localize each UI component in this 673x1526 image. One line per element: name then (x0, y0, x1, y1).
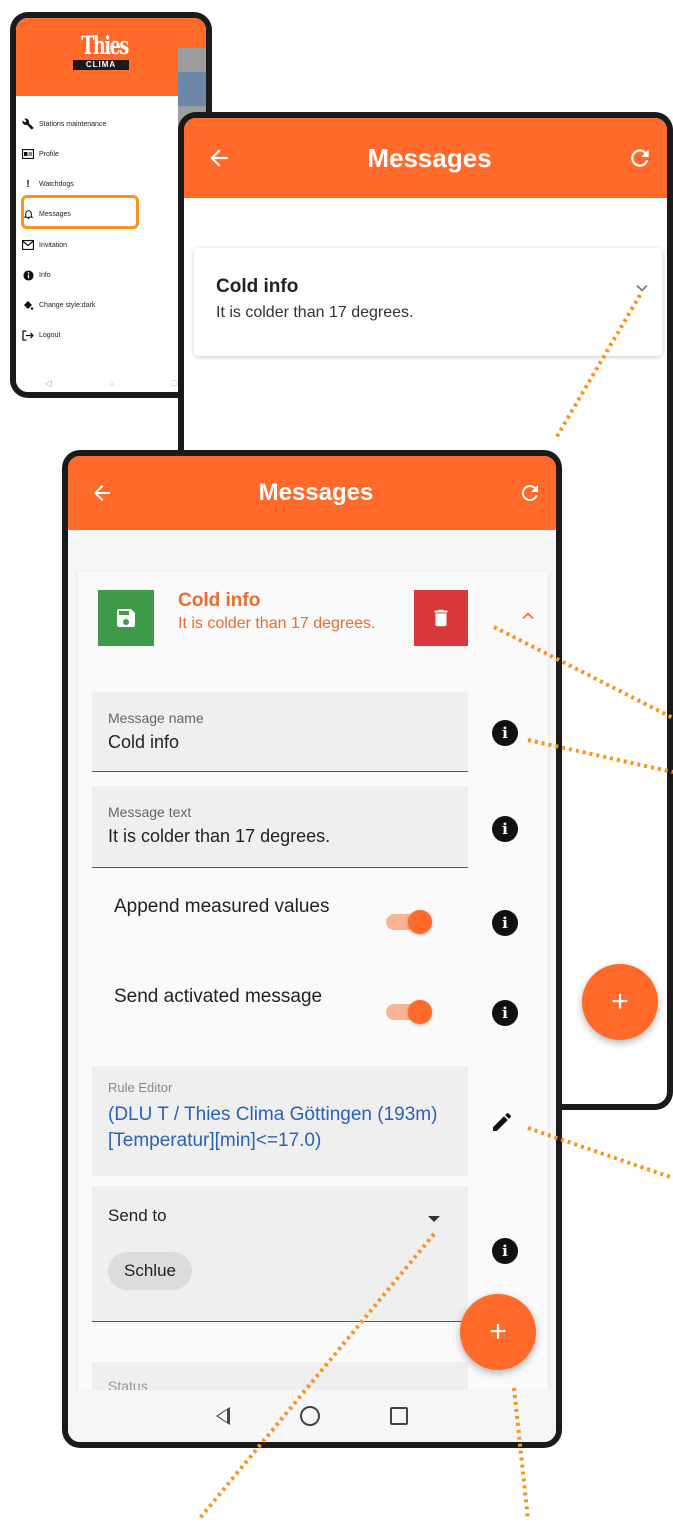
message-name-field[interactable]: Message name Cold info (92, 692, 468, 772)
add-message-button[interactable]: + (582, 964, 658, 1040)
exclamation-icon: ! (26, 178, 30, 190)
chevron-down-icon[interactable] (632, 278, 652, 303)
menu-item-profile[interactable]: Profile (22, 144, 59, 164)
field-value: It is colder than 17 degrees. (108, 826, 331, 846)
message-text-field[interactable]: Message text It is colder than 17 degree… (92, 786, 468, 868)
rule-expression: (DLU T / Thies Clima Göttingen (193m)[Te… (108, 1104, 438, 1151)
append-values-label: Append measured values (114, 896, 330, 917)
menu-item-info[interactable]: Info (22, 265, 51, 285)
menu-item-label: Change style:dark (39, 301, 96, 309)
message-text: It is colder than 17 degrees. (178, 615, 376, 632)
message-text: It is colder than 17 degrees. (216, 304, 414, 321)
refresh-icon[interactable] (627, 145, 653, 171)
system-nav-bar (68, 1390, 556, 1442)
info-icon (22, 269, 34, 281)
menu-item-change-style[interactable]: Change style:dark (22, 295, 95, 315)
nav-home-icon[interactable]: ○ (109, 378, 114, 388)
rule-editor-label: Rule Editor (108, 1080, 173, 1095)
page-title: Messages (367, 142, 492, 173)
message-detail-phone: Messages Cold info It is colder than 17 … (62, 450, 562, 1448)
info-icon[interactable]: i (492, 720, 518, 746)
field-label: Message text (108, 804, 192, 820)
refresh-icon[interactable] (518, 481, 542, 505)
nav-recent-icon[interactable]: □ (172, 378, 177, 388)
send-activated-label: Send activated message (114, 986, 323, 1007)
message-detail-screen: Messages Cold info It is colder than 17 … (68, 456, 556, 1442)
message-card[interactable]: Cold info It is colder than 17 degrees. (194, 248, 662, 356)
field-label: Message name (108, 710, 204, 726)
save-icon (117, 609, 135, 627)
send-activated-toggle[interactable] (382, 996, 432, 1026)
message-detail-card: Cold info It is colder than 17 degrees. … (78, 572, 548, 1402)
toggle-knob (408, 1000, 432, 1024)
message-title: Cold info (178, 590, 261, 611)
menu-item-label: Stations maintenance (39, 120, 107, 128)
logo-text-clima: CLIMA (73, 60, 129, 70)
app-bar: Messages (68, 456, 556, 530)
save-button[interactable] (98, 590, 154, 646)
pencil-icon[interactable] (490, 1110, 514, 1139)
add-message-button[interactable]: + (460, 1294, 536, 1370)
navigation-drawer: Thies CLIMA Stations maintenance Profile… (16, 18, 178, 392)
page-title: Messages (258, 479, 374, 506)
field-value: Cold info (108, 732, 180, 752)
app-bar: Messages (184, 118, 667, 198)
menu-item-logout[interactable]: Logout (22, 325, 60, 345)
menu-item-stations-maintenance[interactable]: Stations maintenance (22, 114, 106, 134)
wrench-icon (22, 118, 34, 130)
recipient-chip[interactable]: Schlue (108, 1252, 192, 1290)
peek-appbar (176, 18, 206, 48)
menu-item-label: Logout (39, 331, 61, 339)
id-card-icon (22, 148, 34, 160)
peek-banner (176, 72, 206, 106)
message-title: Cold info (216, 276, 299, 297)
dropdown-arrow-icon[interactable] (428, 1216, 440, 1222)
menu-item-label: Profile (39, 150, 59, 158)
nav-home-icon[interactable] (300, 1406, 320, 1426)
send-to-select[interactable]: Send to Schlue (92, 1186, 468, 1322)
drawer-header: Thies CLIMA (16, 18, 178, 96)
envelope-icon (22, 239, 34, 251)
menu-item-label: Invitation (39, 241, 68, 249)
append-values-toggle[interactable] (382, 906, 432, 936)
plus-icon: + (489, 1315, 507, 1348)
info-icon[interactable]: i (492, 1238, 518, 1264)
nav-back-icon[interactable]: ◁ (45, 378, 52, 389)
messages-highlight (21, 195, 139, 229)
nav-back-icon[interactable] (216, 1407, 230, 1425)
paint-bucket-icon (22, 299, 34, 311)
send-to-label: Send to (108, 1206, 167, 1225)
thies-clima-logo: Thies CLIMA (73, 32, 129, 70)
menu-item-label: Watchdogs (39, 180, 74, 188)
plus-icon: + (611, 985, 629, 1018)
menu-item-label: Info (39, 271, 51, 279)
info-icon[interactable]: i (492, 816, 518, 842)
chevron-up-icon[interactable] (518, 606, 538, 631)
logout-icon (22, 329, 34, 341)
logo-text-thies: Thies (81, 31, 129, 60)
delete-button[interactable] (414, 590, 468, 646)
back-arrow-icon[interactable] (206, 145, 232, 171)
info-icon[interactable]: i (492, 910, 518, 936)
back-arrow-icon[interactable] (90, 481, 114, 505)
toggle-knob (408, 910, 432, 934)
menu-item-invitation[interactable]: Invitation (22, 235, 67, 255)
rule-editor[interactable]: Rule Editor (DLU T / Thies Clima Götting… (92, 1066, 468, 1176)
nav-recent-icon[interactable] (390, 1407, 408, 1425)
info-icon[interactable]: i (492, 1000, 518, 1026)
menu-item-watchdogs[interactable]: ! Watchdogs (22, 174, 74, 194)
trash-icon (434, 609, 448, 627)
